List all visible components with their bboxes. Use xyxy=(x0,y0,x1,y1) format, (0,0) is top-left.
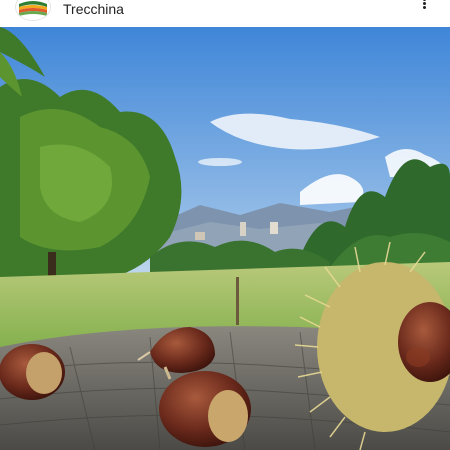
profile-avatar[interactable] xyxy=(16,0,50,20)
post-header: Trecchina xyxy=(0,0,450,22)
username[interactable]: Trecchina xyxy=(63,1,124,17)
more-options-icon[interactable] xyxy=(418,0,430,11)
trecchina-logo-icon xyxy=(16,0,50,20)
post-image[interactable] xyxy=(0,27,450,450)
